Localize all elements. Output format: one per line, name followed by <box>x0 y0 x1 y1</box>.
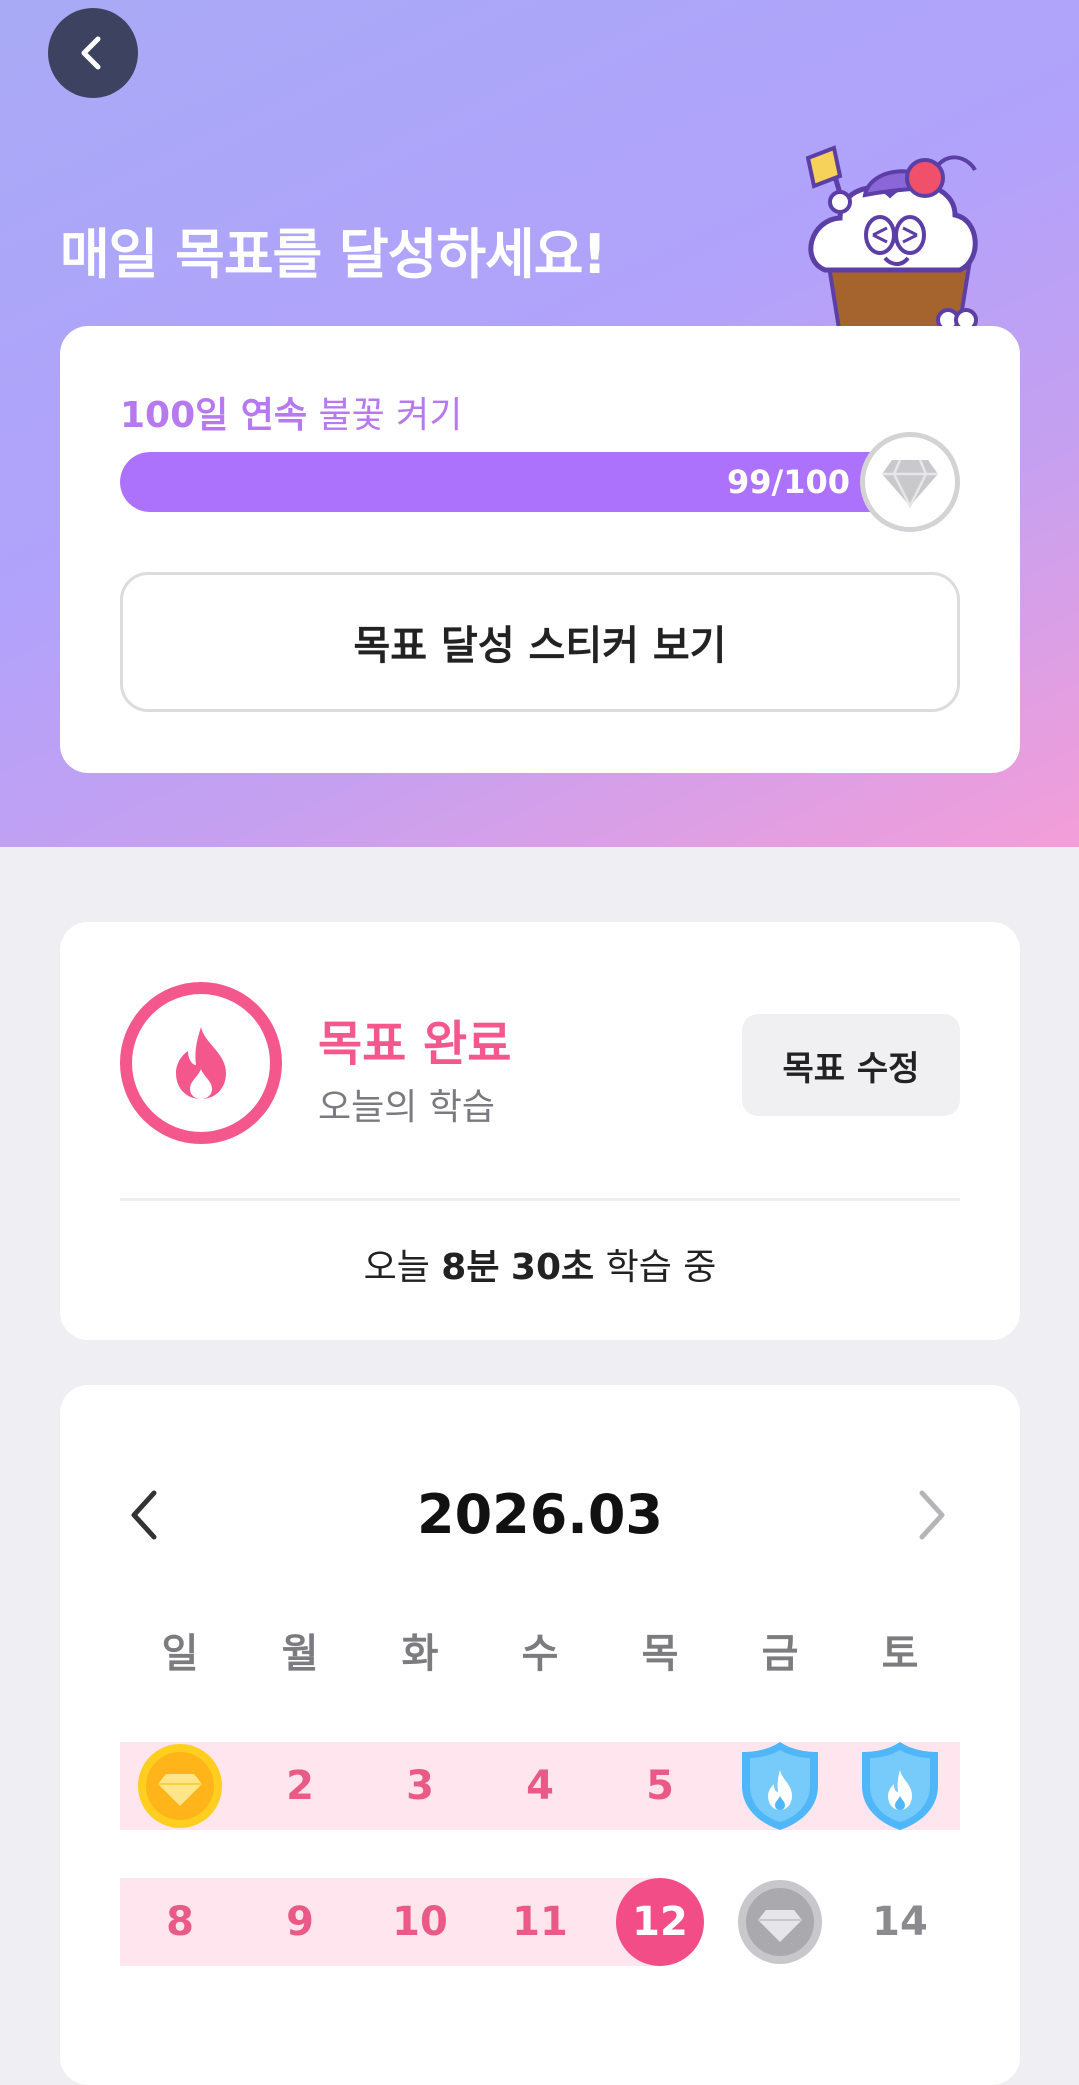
goal-badge <box>860 432 960 532</box>
blue-shield-flame-icon <box>862 1742 938 1830</box>
calendar-week-row: 8 9 10 11 12 14 <box>120 1878 960 1966</box>
study-time-seconds: 30초 <box>510 1247 595 1288</box>
edit-goal-button[interactable]: 목표 수정 <box>742 1014 960 1116</box>
calendar-day[interactable]: 2 <box>240 1742 360 1830</box>
calendar-day[interactable]: 5 <box>600 1742 720 1830</box>
back-button[interactable] <box>48 8 138 98</box>
streak-progress-text: 99/100 <box>726 463 850 501</box>
blue-shield-flame-icon <box>742 1742 818 1830</box>
diamond-icon <box>882 459 938 508</box>
calendar-card: 2026.03 일 월 화 수 목 금 토 2 3 4 5 8 9 10 11 … <box>60 1385 1020 2085</box>
calendar-month-title: 2026.03 <box>417 1483 663 1546</box>
goal-subtitle: 오늘의 학습 <box>318 1087 496 1128</box>
gold-diamond-icon <box>138 1744 222 1828</box>
page-title: 매일 목표를 달성하세요! <box>60 223 607 286</box>
calendar-day[interactable]: 9 <box>240 1878 360 1966</box>
calendar-day-7[interactable] <box>840 1742 960 1830</box>
calendar-day-13[interactable] <box>720 1878 840 1966</box>
calendar-day-today[interactable]: 12 <box>600 1878 720 1966</box>
flame-icon <box>176 1027 226 1099</box>
study-time-minutes: 8분 <box>441 1247 500 1288</box>
header-banner: 매일 목표를 달성하세요! 100일 연속 불꽃 켜기 99/100 목표 달성… <box>0 0 1079 847</box>
chevron-left-icon <box>81 36 101 70</box>
calendar-day-6[interactable] <box>720 1742 840 1830</box>
calendar-day[interactable]: 3 <box>360 1742 480 1830</box>
weekday-label: 일 <box>161 1631 199 1677</box>
study-time-prefix: 오늘 <box>363 1247 430 1288</box>
streak-label-strong: 100일 연속 <box>120 395 308 436</box>
weekday-label: 수 <box>521 1631 559 1677</box>
study-time-text: 오늘 8분 30초 학습 중 <box>60 1238 1020 1290</box>
calendar-day[interactable]: 4 <box>480 1742 600 1830</box>
gray-diamond-icon <box>738 1880 822 1964</box>
fire-badge <box>120 982 282 1144</box>
weekday-label: 월 <box>281 1631 319 1677</box>
calendar-day-1[interactable] <box>120 1742 240 1830</box>
chevron-right-icon <box>919 1490 945 1540</box>
calendar-day[interactable]: 8 <box>120 1878 240 1966</box>
calendar-week-row: 2 3 4 5 <box>120 1742 960 1830</box>
today-goal-card: 목표 완료 오늘의 학습 목표 수정 오늘 8분 30초 학습 중 <box>60 922 1020 1340</box>
weekday-label: 금 <box>761 1631 799 1677</box>
calendar-day[interactable]: 11 <box>480 1878 600 1966</box>
next-month-button[interactable] <box>902 1475 962 1555</box>
mascot-illustration <box>805 145 978 335</box>
study-time-suffix: 학습 중 <box>605 1247 717 1288</box>
calendar-day[interactable]: 10 <box>360 1878 480 1966</box>
streak-label-light: 불꽃 켜기 <box>318 395 463 436</box>
today-marker: 12 <box>616 1878 704 1966</box>
divider <box>120 1198 960 1201</box>
streak-label: 100일 연속 불꽃 켜기 <box>120 386 462 438</box>
weekday-label: 화 <box>401 1631 439 1677</box>
calendar-day[interactable]: 14 <box>840 1878 960 1966</box>
weekday-header: 일 월 화 수 목 금 토 <box>120 1621 960 1679</box>
weekday-label: 토 <box>881 1631 919 1677</box>
weekday-label: 목 <box>641 1631 679 1677</box>
view-stickers-button[interactable]: 목표 달성 스티커 보기 <box>120 572 960 712</box>
goal-status: 목표 완료 <box>318 1016 512 1072</box>
streak-card: 100일 연속 불꽃 켜기 99/100 목표 달성 스티커 보기 <box>60 326 1020 773</box>
